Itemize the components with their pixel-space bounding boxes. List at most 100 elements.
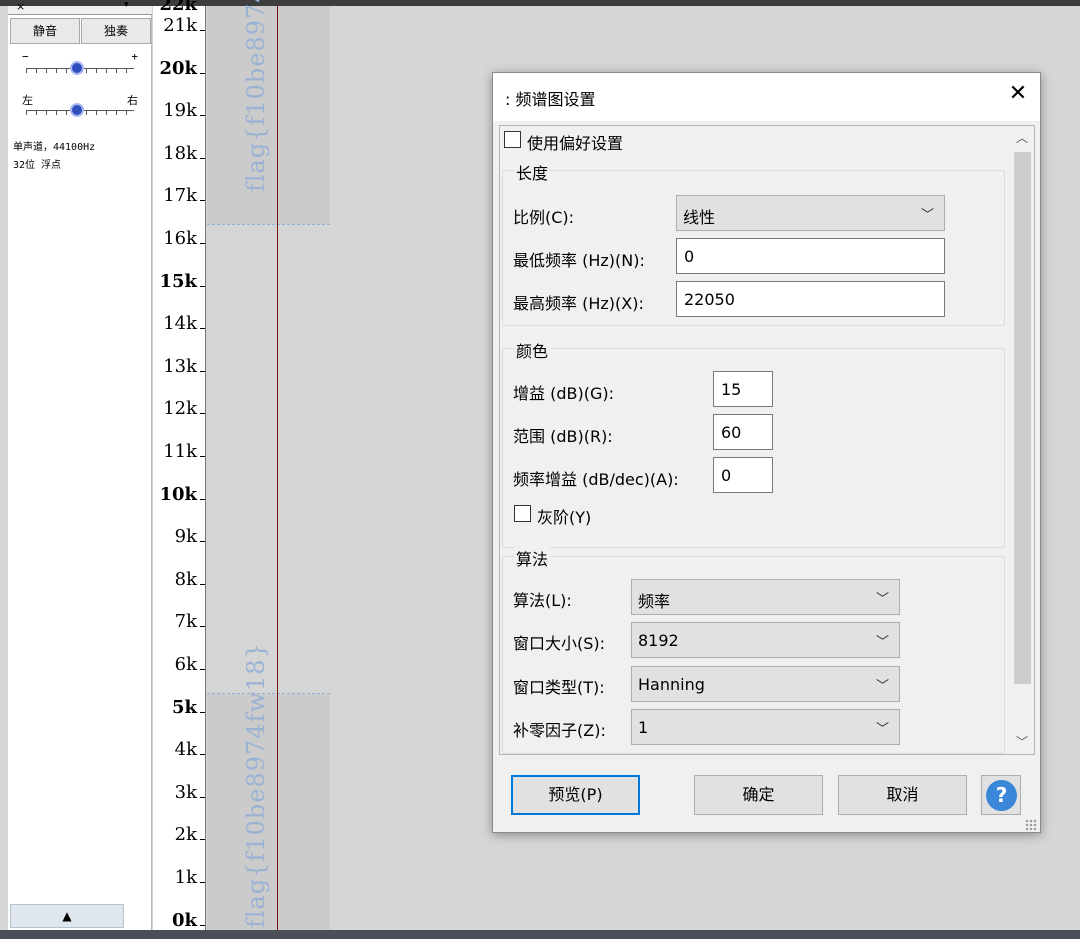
frequency-gain-label: 频率增益 (dB/dec)(A): [513, 470, 679, 489]
ruler-label: 10k [159, 483, 197, 505]
ruler-tick-mark [200, 72, 205, 74]
chevron-down-icon: ﹀ [875, 722, 889, 737]
gain-minus-label: − [22, 50, 29, 63]
selection-line-upper [207, 224, 330, 225]
gain-plus-label: + [131, 50, 138, 63]
use-preferences-checkbox[interactable] [504, 131, 521, 148]
ruler-label: 7k [174, 611, 197, 633]
ruler-label: 16k [163, 228, 197, 249]
zero-padding-select[interactable]: 1 ﹀ [631, 709, 900, 745]
vertical-scrollbar[interactable]: ︿ ﹀ [1010, 126, 1034, 754]
ruler-label: 13k [163, 355, 197, 377]
playback-cursor-line [277, 6, 278, 930]
frequency-gain-input[interactable]: 0 [713, 457, 773, 493]
gain-slider[interactable]: − + [22, 50, 138, 78]
spectrogram-settings-dialog: : 频谱图设置 ✕ 使用偏好设置 长度 比例(C): 线性 ﹀ 最低频率 (Hz… [492, 72, 1041, 833]
track-header-strip[interactable]: × ▾ [8, 0, 152, 15]
pan-right-label: 右 [127, 94, 138, 107]
ruler-label: 12k [163, 398, 197, 420]
ruler-tick-mark [200, 498, 205, 500]
grayscale-label: 灰阶(Y) [537, 508, 592, 527]
window-type-select-value: Hanning [638, 675, 705, 694]
algorithm-select[interactable]: 频率 ﹀ [631, 579, 900, 615]
ruler-tick-mark [200, 200, 205, 202]
gain-slider-knob[interactable] [70, 61, 84, 75]
close-icon[interactable]: ✕ [1007, 83, 1029, 107]
ruler-tick-mark [200, 626, 205, 628]
ruler-tick-mark [200, 541, 205, 543]
scroll-up-icon[interactable]: ︿ [1014, 130, 1030, 146]
frequency-gain-value: 0 [721, 466, 732, 485]
dialog-title: : 频谱图设置 [505, 90, 596, 109]
length-group-title: 长度 [514, 160, 551, 184]
ruler-tick-mark [200, 711, 205, 713]
ruler-label: 17k [163, 185, 197, 207]
min-frequency-label: 最低频率 (Hz)(N): [513, 251, 645, 270]
zero-padding-label: 补零因子(Z): [513, 721, 606, 740]
scale-select[interactable]: 线性 ﹀ [676, 195, 945, 231]
track-menu-chevron-icon[interactable]: ▾ [124, 0, 129, 10]
spectrogram-hidden-text-top: flag{f10be8974fw18} [242, 0, 270, 192]
ruler-label: 15k [159, 270, 197, 292]
window-type-label: 窗口类型(T): [513, 678, 605, 697]
triangle-up-icon: ▲ [62, 909, 72, 923]
ruler-tick-mark [200, 30, 205, 31]
help-button[interactable]: ? [981, 775, 1021, 815]
collapse-track-button[interactable]: ▲ [10, 904, 124, 928]
ruler-tick-mark [200, 796, 205, 798]
ruler-label: 11k [163, 441, 197, 462]
scroll-down-icon[interactable]: ﹀ [1014, 734, 1030, 750]
ruler-tick-mark [200, 328, 205, 330]
min-frequency-input[interactable]: 0 [676, 238, 945, 274]
min-frequency-value: 0 [684, 247, 695, 266]
cancel-button[interactable]: 取消 [838, 775, 967, 815]
frequency-ruler: 22k 21k 20k 19k 18k 17k 16k 15k 14k 13k 12k 11k 10k 9… [153, 0, 206, 931]
ok-button[interactable]: 确定 [694, 775, 823, 815]
max-frequency-input[interactable]: 22050 [676, 281, 945, 317]
range-input[interactable]: 60 [713, 414, 773, 450]
ruler-tick-mark [200, 370, 205, 372]
ruler-label-top: 22k [159, 0, 197, 15]
ruler-tick-mark [200, 115, 205, 117]
algorithm-label: 算法(L): [513, 591, 572, 610]
window-size-label: 窗口大小(S): [513, 634, 606, 653]
ruler-tick-mark [200, 583, 205, 585]
max-frequency-value: 22050 [684, 290, 735, 309]
ruler-tick-mark [200, 839, 205, 841]
ruler-tick-mark [200, 413, 205, 415]
ruler-label: 20k [159, 57, 197, 79]
resize-grip-icon[interactable] [1025, 819, 1037, 831]
solo-button[interactable]: 独奏 [81, 18, 151, 44]
close-track-icon[interactable]: × [16, 0, 25, 13]
dialog-titlebar[interactable]: : 频谱图设置 ✕ [493, 73, 1040, 121]
pan-slider-knob[interactable] [70, 103, 84, 117]
use-preferences-label: 使用偏好设置 [527, 134, 624, 153]
ruler-label: 9k [174, 526, 197, 548]
ruler-label: 6k [174, 654, 197, 675]
ruler-label: 0k [172, 909, 197, 931]
window-size-select[interactable]: 8192 ﹀ [631, 622, 900, 658]
dialog-scroll-panel[interactable]: 使用偏好设置 长度 比例(C): 线性 ﹀ 最低频率 (Hz)(N): 0 最高… [499, 125, 1035, 755]
mute-button[interactable]: 静音 [10, 18, 80, 44]
scale-label: 比例(C): [513, 208, 575, 227]
ruler-tick-mark [200, 243, 205, 244]
pan-slider[interactable]: 左 右 [22, 94, 138, 120]
ruler-label: 8k [174, 568, 197, 590]
preview-button[interactable]: 预览(P) [511, 775, 640, 815]
grayscale-checkbox[interactable] [514, 505, 531, 522]
ruler-tick-mark [200, 669, 205, 670]
ruler-tick-mark [200, 157, 205, 159]
scale-select-value: 线性 [683, 208, 716, 227]
pan-left-label: 左 [22, 94, 33, 107]
scrollbar-thumb[interactable] [1014, 152, 1031, 684]
ruler-label: 19k [163, 100, 197, 122]
ruler-label: 4k [174, 739, 197, 761]
gain-input[interactable]: 15 [713, 371, 773, 407]
range-label: 范围 (dB)(R): [513, 427, 613, 446]
algorithm-group-title: 算法 [514, 546, 551, 570]
range-value: 60 [721, 423, 742, 442]
color-group-title: 颜色 [514, 338, 551, 362]
ruler-label: 5k [172, 696, 197, 718]
window-type-select[interactable]: Hanning ﹀ [631, 666, 900, 702]
chevron-down-icon: ﹀ [875, 592, 889, 607]
